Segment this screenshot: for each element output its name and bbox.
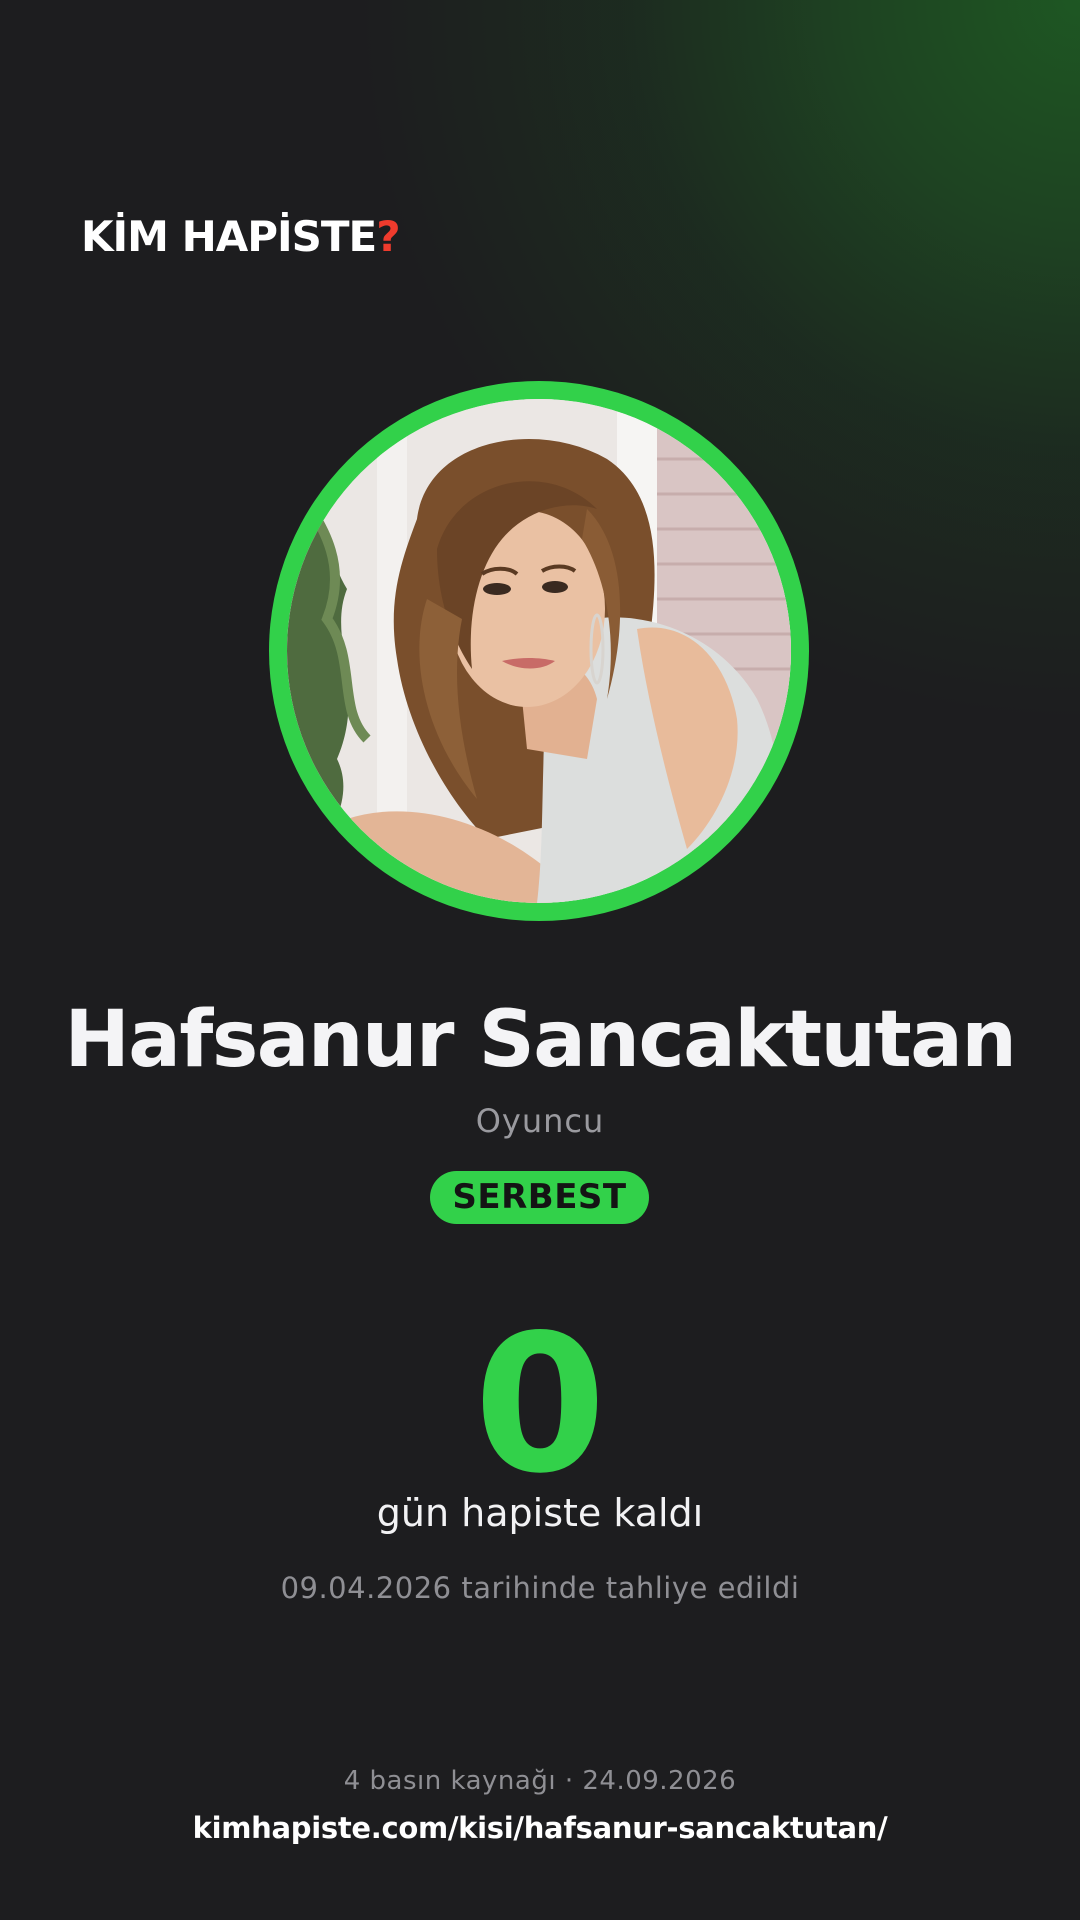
share-card: KİM HAPİSTE? Hafsanur Sancaktutan Oyuncu… xyxy=(0,0,1080,1920)
person-role: Oyuncu xyxy=(475,1102,605,1140)
avatar-photo xyxy=(287,399,791,903)
logo-text: KİM HAPİSTE xyxy=(81,212,377,261)
avatar xyxy=(287,399,791,903)
logo-question-mark: ? xyxy=(376,212,400,261)
site-logo[interactable]: KİM HAPİSTE? xyxy=(81,212,401,261)
profile-url-link[interactable]: kimhapiste.com/kisi/hafsanur-sancaktutan… xyxy=(0,1811,1080,1845)
status-badge: SERBEST xyxy=(430,1171,649,1224)
sources-meta: 4 basın kaynağı · 24.09.2026 xyxy=(343,1766,737,1796)
release-date-text: 09.04.2026 tarihinde tahliye edildi xyxy=(280,1571,800,1605)
days-count: 0 xyxy=(473,1294,607,1515)
days-label: gün hapiste kaldı xyxy=(376,1491,704,1535)
avatar-ring xyxy=(269,381,809,921)
person-name: Hafsanur Sancaktutan xyxy=(64,995,1017,1085)
